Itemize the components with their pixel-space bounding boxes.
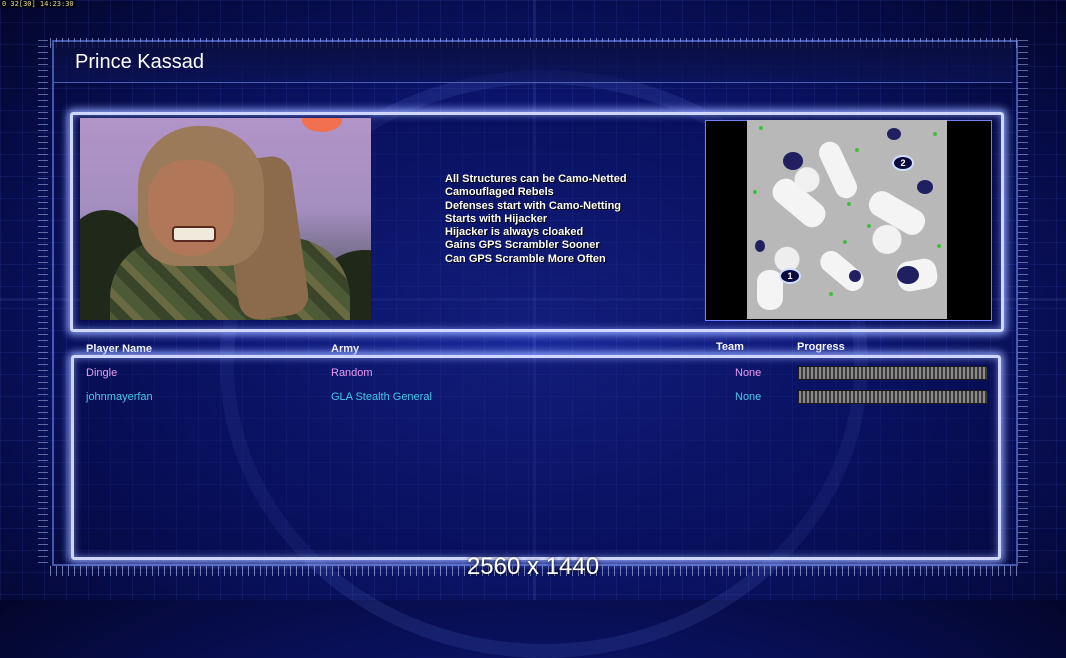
trait-item: Gains GPS Scrambler Sooner [445, 239, 600, 252]
ruler-right [1018, 40, 1028, 566]
map-supply-dot [937, 244, 941, 248]
column-header-army: Army [331, 343, 360, 355]
start-position-marker: 1 [779, 268, 801, 284]
map-supply-dot [867, 224, 871, 228]
map-supply-dot [847, 202, 851, 206]
map-supply-dot [759, 126, 763, 130]
player-team: None [735, 367, 762, 379]
general-portrait [80, 118, 371, 320]
progress-bar [798, 366, 988, 380]
resolution-overlay: 2560 x 1440 [466, 553, 600, 580]
player-army: GLA Stealth General [331, 391, 432, 403]
map-preview: 1 2 [747, 120, 947, 319]
column-header-team: Team [716, 341, 744, 353]
map-pit [897, 266, 919, 284]
column-header-progress: Progress [797, 341, 845, 353]
map-terrain [864, 186, 930, 240]
map-supply-dot [829, 292, 833, 296]
map-terrain [815, 246, 869, 296]
map-terrain [767, 173, 831, 233]
page-title: Prince Kassad [75, 51, 204, 73]
map-pit [783, 152, 803, 170]
map-supply-dot [753, 190, 757, 194]
debug-stats: 0 32[30] 14:23:30 [0, 0, 76, 8]
player-name: johnmayerfan [86, 391, 153, 403]
trait-item: Can GPS Scramble More Often [445, 252, 606, 265]
map-terrain [815, 138, 861, 202]
map-supply-dot [933, 132, 937, 136]
map-pit [849, 270, 861, 282]
portrait-teeth [172, 226, 216, 242]
map-pit [917, 180, 933, 194]
trait-item: Starts with Hijacker [445, 212, 548, 225]
portrait-sun [302, 118, 342, 132]
trait-item: Hijacker is always cloaked [445, 226, 584, 239]
trait-item: Camouflaged Rebels [445, 186, 554, 199]
trait-item: Defenses start with Camo-Netting [445, 199, 622, 212]
player-list-panel [71, 355, 1001, 560]
trait-item: All Structures can be Camo-Netted [445, 173, 627, 185]
map-pit [755, 240, 765, 252]
map-supply-dot [855, 148, 859, 152]
map-supply-dot [843, 240, 847, 244]
ruler-left [38, 40, 48, 566]
player-army: Random [331, 367, 373, 379]
start-position-marker: 2 [892, 155, 914, 171]
general-traits-list: All Structures can be Camo-Netted Camouf… [445, 173, 627, 266]
progress-bar [798, 390, 988, 404]
map-pit [887, 128, 901, 140]
column-header-player-name: Player Name [86, 343, 153, 355]
player-name: Dingle [86, 367, 118, 379]
player-team: None [735, 391, 762, 403]
